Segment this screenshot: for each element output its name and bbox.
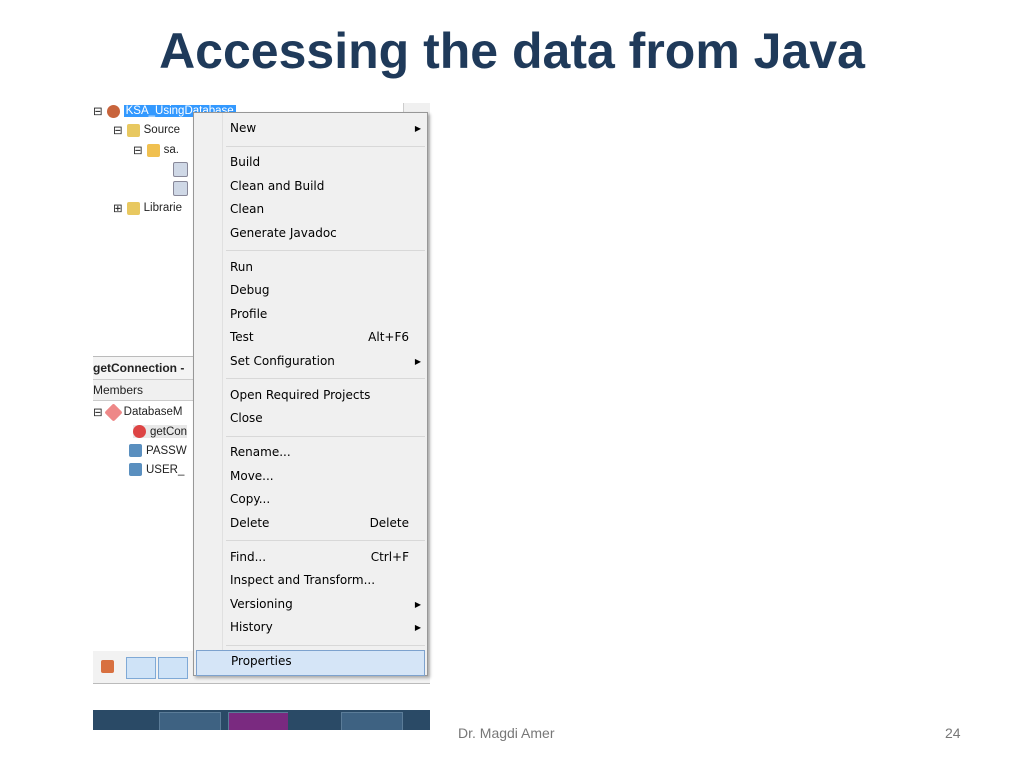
- shortcut-label: Ctrl+F: [370, 549, 409, 564]
- source-label: Source: [143, 124, 181, 136]
- java-main-file-icon: [173, 181, 188, 196]
- menu-separator: [194, 141, 427, 152]
- menu-item-find[interactable]: Find... Ctrl+F: [196, 546, 425, 570]
- menu-item-label: Copy...: [230, 492, 271, 506]
- menu-item-label: Rename...: [230, 445, 291, 459]
- menu-separator: [194, 373, 427, 384]
- footer-author: Dr. Magdi Amer: [458, 725, 555, 741]
- slide-title: Accessing the data from Java: [159, 23, 865, 79]
- menu-item-clean[interactable]: Clean: [196, 198, 425, 222]
- submenu-arrow-icon: ▶: [414, 124, 421, 133]
- menu-item-set-configuration[interactable]: Set Configuration ▶: [196, 350, 425, 374]
- tree-item-field[interactable]: USER_: [129, 463, 184, 476]
- menu-separator: [194, 640, 427, 651]
- class-label: DatabaseM: [123, 406, 183, 418]
- taskbar: [93, 710, 430, 730]
- tree-item-field[interactable]: PASSW: [129, 444, 187, 457]
- menu-item-test[interactable]: Test Alt+F6: [196, 326, 425, 350]
- menu-item-label: Close: [230, 411, 263, 425]
- field-label: PASSW: [146, 444, 187, 457]
- menu-item-clean-and-build[interactable]: Clean and Build: [196, 175, 425, 199]
- menu-item-inspect-and-transform[interactable]: Inspect and Transform...: [196, 569, 425, 593]
- menu-item-new[interactable]: New ▶: [196, 117, 425, 141]
- menu-item-open-required-projects[interactable]: Open Required Projects: [196, 384, 425, 408]
- firefox-icon[interactable]: [341, 712, 403, 730]
- menu-item-label: Generate Javadoc: [230, 225, 337, 240]
- package-label: sa.: [163, 144, 179, 156]
- library-icon: [126, 201, 140, 215]
- tree-item-libraries[interactable]: ⊞ Librarie: [113, 201, 182, 215]
- collapse-icon[interactable]: ⊟: [93, 104, 103, 118]
- tree-item-file[interactable]: [173, 162, 188, 177]
- context-menu: New ▶ Build Clean and Build Clean Generate Ja…: [193, 112, 428, 676]
- hp-icon[interactable]: [288, 712, 348, 730]
- menu-item-label: Set Configuration: [230, 353, 335, 368]
- menu-item-delete[interactable]: Delete Delete: [196, 512, 425, 536]
- folder-icon: [126, 123, 140, 137]
- menu-item-label: New: [230, 121, 257, 135]
- menu-item-label: Run: [230, 259, 254, 274]
- menu-item-label: Inspect and Transform...: [230, 573, 376, 587]
- java-file-icon: [173, 162, 188, 177]
- menu-item-history[interactable]: History ▶: [196, 616, 425, 640]
- menu-item-label: Debug: [230, 283, 270, 297]
- ie-icon[interactable]: [98, 712, 158, 730]
- expand-icon[interactable]: ⊞: [113, 201, 123, 215]
- menu-item-label: Test: [230, 330, 254, 344]
- shortcut-label: Alt+F6: [368, 330, 409, 344]
- menu-item-label: Find...: [230, 549, 267, 564]
- menu-separator: [194, 535, 427, 546]
- shortcut-label: Delete: [369, 515, 409, 530]
- collapse-icon[interactable]: ⊟: [113, 123, 123, 137]
- tree-item-class[interactable]: ⊟ DatabaseM: [93, 402, 183, 422]
- menu-item-rename[interactable]: Rename...: [196, 441, 425, 465]
- method-label: getCon: [150, 425, 188, 438]
- menu-item-versioning[interactable]: Versioning ▶: [196, 593, 425, 617]
- menu-item-label: Clean: [230, 202, 265, 216]
- menu-item-profile[interactable]: Profile: [196, 303, 425, 327]
- menu-item-label: History: [230, 620, 273, 634]
- members-filter-icon[interactable]: [101, 660, 114, 673]
- menu-item-label: Move...: [230, 468, 274, 483]
- menu-item-generate-javadoc[interactable]: Generate Javadoc: [196, 222, 425, 246]
- menu-item-close[interactable]: Close: [196, 407, 425, 431]
- field-icon: [129, 463, 142, 476]
- collapse-icon[interactable]: ⊟: [93, 405, 103, 419]
- collapse-icon[interactable]: ⊟: [133, 143, 143, 157]
- menu-separator: [194, 245, 427, 256]
- menu-item-label: Build: [230, 155, 261, 169]
- menu-item-label: Delete: [230, 515, 270, 530]
- menu-item-move[interactable]: Move...: [196, 465, 425, 489]
- toggle-button[interactable]: [126, 657, 156, 679]
- field-label: USER_: [146, 463, 185, 476]
- menu-item-label: Versioning: [230, 596, 293, 611]
- menu-item-debug[interactable]: Debug: [196, 279, 425, 303]
- menu-item-label: Clean and Build: [230, 178, 325, 193]
- menu-item-label: Open Required Projects: [230, 387, 371, 402]
- menu-item-run[interactable]: Run: [196, 256, 425, 280]
- wifi-app-icon[interactable]: [228, 712, 290, 730]
- method-icon: [133, 425, 146, 438]
- submenu-arrow-icon: ▶: [414, 623, 421, 632]
- tree-item-package[interactable]: ⊟ sa.: [133, 143, 179, 157]
- menu-item-copy[interactable]: Copy...: [196, 488, 425, 512]
- project-icon: [106, 104, 120, 118]
- package-icon: [146, 143, 160, 157]
- slide-number: 24: [945, 725, 961, 741]
- explorer-icon[interactable]: [159, 712, 221, 730]
- field-icon: [129, 444, 142, 457]
- toggle-button[interactable]: [158, 657, 188, 679]
- menu-item-label: Profile: [230, 306, 268, 321]
- libraries-label: Librarie: [143, 202, 182, 214]
- tree-item-method[interactable]: getCon: [133, 425, 188, 438]
- menu-separator: [194, 431, 427, 442]
- submenu-arrow-icon: ▶: [414, 356, 421, 366]
- menu-item-properties[interactable]: Properties: [196, 650, 425, 676]
- menu-item-label: Properties: [231, 654, 292, 668]
- menu-item-build[interactable]: Build: [196, 151, 425, 175]
- tree-item-source[interactable]: ⊟ Source: [113, 123, 180, 137]
- class-icon: [103, 402, 123, 422]
- tree-item-file[interactable]: [173, 181, 188, 196]
- submenu-arrow-icon: ▶: [414, 599, 421, 609]
